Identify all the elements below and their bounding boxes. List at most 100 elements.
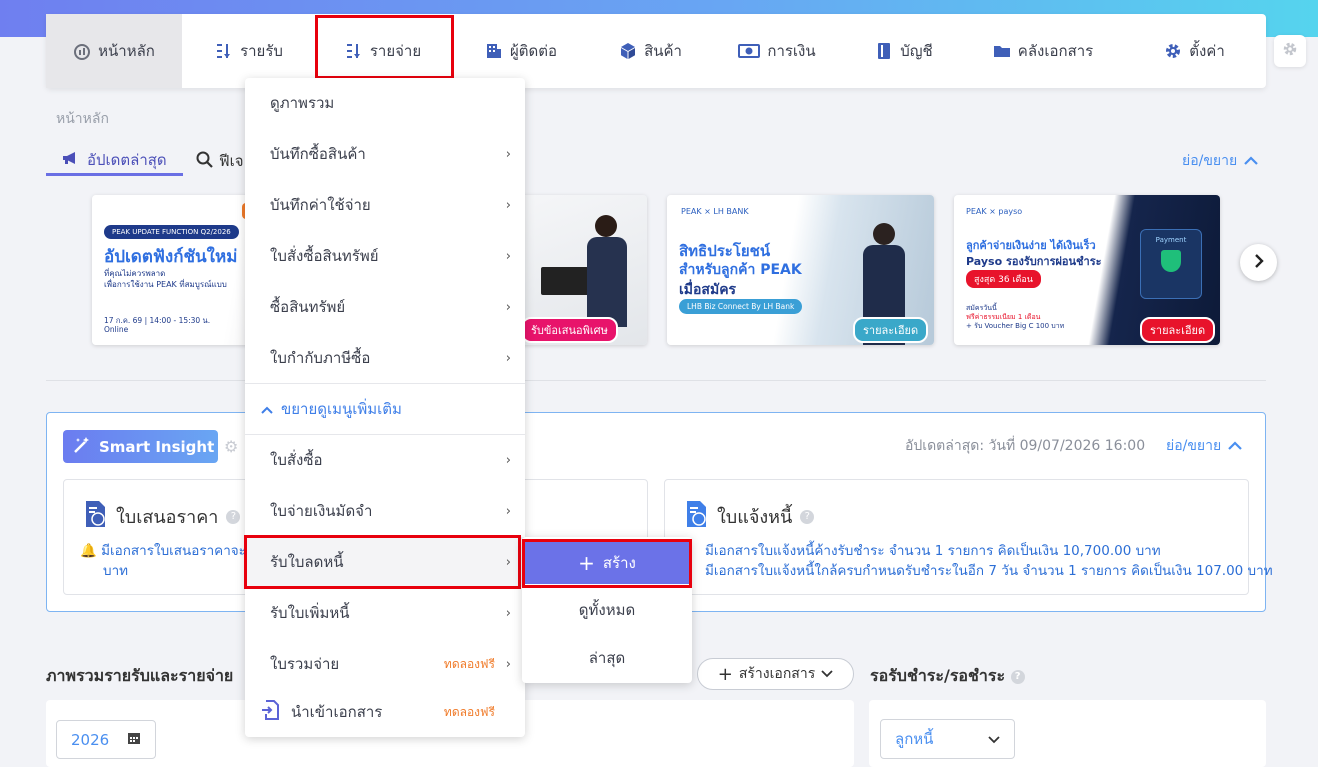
laptop-image xyxy=(541,267,593,295)
chevron-down-icon xyxy=(821,666,833,682)
chevron-right-icon: › xyxy=(505,554,511,570)
banner-lh-bank[interactable]: PEAK × LH BANK สิทธิประโยชน์ สำหรับลูกค้… xyxy=(667,195,934,345)
chevron-right-icon: › xyxy=(505,197,511,213)
banner-title: สำหรับลูกค้า PEAK xyxy=(679,262,802,278)
nav-products[interactable]: สินค้า xyxy=(592,14,709,88)
nav-income-label: รายรับ xyxy=(240,42,283,60)
menu-item-label: ซื้อสินทรัพย์ xyxy=(270,298,346,316)
chevron-right-icon: › xyxy=(505,350,511,366)
banner-pill: สูงสุด 36 เดือน xyxy=(966,270,1041,288)
menu-item-label: ใบกำกับภาษีซื้อ xyxy=(270,349,371,367)
year-picker[interactable]: 2026 xyxy=(56,720,156,759)
create-button-label: สร้าง xyxy=(602,553,636,572)
menu-expand-more[interactable]: ขยายดูเมนูเพิ่มเติม xyxy=(245,384,525,434)
chevron-right-icon: › xyxy=(505,656,511,672)
create-document-dropdown[interactable]: + สร้างเอกสาร xyxy=(697,658,854,690)
nav-income[interactable]: รายรับ xyxy=(182,14,316,88)
banner-peak-update[interactable]: PEAK UPDATE FUNCTION Q2/2026 อัปเดตฟังก์… xyxy=(92,195,262,345)
smart-insight-button[interactable]: Smart Insight xyxy=(63,430,218,463)
banner-logo: PEAK × payso xyxy=(966,207,1023,216)
submenu-view-all[interactable]: ดูทั้งหมด xyxy=(522,592,692,628)
page-settings-button[interactable] xyxy=(1274,35,1306,67)
chevron-right-icon: › xyxy=(505,503,511,519)
menu-item-import-documents[interactable]: นำเข้าเอกสาร ทดลองฟรี xyxy=(245,687,525,737)
nav-expense[interactable]: รายจ่าย xyxy=(316,14,450,88)
phone-image: Payment xyxy=(1140,229,1202,299)
year-value: 2026 xyxy=(71,730,110,749)
nav-accounting[interactable]: บัญชี xyxy=(845,14,963,88)
breadcrumb[interactable]: หน้าหลัก xyxy=(56,108,109,130)
menu-item-receive-debit-note[interactable]: รับใบเพิ่มหนี้ › xyxy=(245,588,525,638)
menu-item-combined-payment[interactable]: ใบรวมจ่าย ทดลองฟรี › xyxy=(245,639,525,689)
quotation-alert: 🔔 มีเอกสารใบเสนอราคาจะค xyxy=(80,539,255,561)
debtor-select[interactable]: ลูกหนี้ xyxy=(880,719,1015,759)
help-icon[interactable]: ? xyxy=(800,509,815,524)
import-icon xyxy=(261,700,279,724)
nav-finance-label: การเงิน xyxy=(767,42,816,60)
submenu-latest[interactable]: ล่าสุด xyxy=(522,640,692,676)
banner-title: เมื่อสมัคร xyxy=(679,282,737,298)
trial-badge: ทดลองฟรี xyxy=(443,656,495,671)
menu-item-purchase-record[interactable]: บันทึกซื้อสินค้า › xyxy=(245,129,525,179)
invoice-card-title: ใบแจ้งหนี้ ? xyxy=(685,500,815,533)
trial-badge: ทดลองฟรี xyxy=(443,704,495,719)
menu-item-label: รับใบลดหนี้ xyxy=(270,553,344,571)
banner-note: + รับ Voucher Big C 100 บาท xyxy=(966,322,1065,330)
chevron-right-icon: › xyxy=(505,146,511,162)
carousel-next-button[interactable] xyxy=(1240,244,1277,281)
tab-features[interactable]: ฟีเจ xyxy=(196,146,244,176)
overview-title: ภาพรวมรายรับและรายจ่าย xyxy=(46,666,234,685)
nav-documents[interactable]: คลังเอกสาร xyxy=(963,14,1123,88)
person-image xyxy=(595,215,617,237)
pending-title: รอรับชำระ/รอชำระ ? xyxy=(870,664,1025,689)
box-icon xyxy=(619,42,637,60)
quotation-card-title: ใบเสนอราคา ? xyxy=(84,500,241,533)
menu-item-deposit-payment[interactable]: ใบจ่ายเงินมัดจำ › xyxy=(245,486,525,536)
magic-wand-icon xyxy=(73,436,91,458)
menu-item-label: ใบรวมจ่าย xyxy=(270,655,340,673)
chevron-up-icon xyxy=(261,400,273,418)
chevron-right-icon: › xyxy=(505,452,511,468)
insight-collapse-toggle[interactable]: ย่อ/ขยาย xyxy=(1166,435,1243,457)
banner-collapse-toggle[interactable]: ย่อ/ขยาย xyxy=(1182,150,1259,172)
chevron-up-icon xyxy=(1243,153,1259,169)
menu-item-receive-credit-note[interactable]: รับใบลดหนี้ › xyxy=(245,537,525,587)
banner-title: Payso รองรับการผ่อนชำระ xyxy=(966,255,1102,268)
banner-cta-button[interactable]: รับข้อเสนอพิเศษ xyxy=(521,317,618,343)
banner-cta-button[interactable]: รายละเอียด xyxy=(1140,317,1216,343)
menu-item-expense-record[interactable]: บันทึกค่าใช้จ่าย › xyxy=(245,180,525,230)
smart-insight-label: Smart Insight xyxy=(99,437,215,456)
tab-updates[interactable]: อัปเดตล่าสุด xyxy=(46,146,183,176)
sort-list-icon xyxy=(345,42,363,60)
banner-cta-button[interactable]: รายละเอียด xyxy=(853,317,929,343)
nav-contacts[interactable]: ผู้ติดต่อ xyxy=(450,14,592,88)
banner-mode: Online xyxy=(104,325,129,334)
plus-icon: + xyxy=(717,663,733,685)
help-icon[interactable]: ? xyxy=(226,509,241,524)
menu-item-buy-asset[interactable]: ซื้อสินทรัพย์ › xyxy=(245,282,525,332)
search-icon xyxy=(196,151,213,172)
chevron-down-icon xyxy=(988,730,1000,748)
menu-item-label: บันทึกซื้อสินค้า xyxy=(270,145,366,163)
menu-item-overview[interactable]: ดูภาพรวม xyxy=(245,78,525,128)
banner-special-offer[interactable]: รับข้อเสนอพิเศษ xyxy=(517,195,647,345)
nav-contacts-label: ผู้ติดต่อ xyxy=(509,42,558,60)
insight-settings-gear-icon[interactable]: ⚙ xyxy=(224,437,238,456)
menu-item-purchase-tax-invoice[interactable]: ใบกำกับภาษีซื้อ › xyxy=(245,333,525,383)
invoice-alert-text-2: มีเอกสารใบแจ้งหนี้ใกล้ครบกำหนดรับชำระในอ… xyxy=(705,563,1273,579)
nav-settings[interactable]: ตั้งค่า xyxy=(1123,14,1266,88)
help-icon[interactable]: ? xyxy=(1010,669,1025,684)
expense-dropdown-menu: ดูภาพรวม บันทึกซื้อสินค้า › บันทึกค่าใช้จ… xyxy=(245,78,525,737)
nav-home[interactable]: หน้าหลัก xyxy=(46,14,182,88)
person-image xyxy=(587,237,627,327)
banner-payso[interactable]: PEAK × payso ลูกค้าจ่ายเงินง่าย ได้เงินเ… xyxy=(954,195,1220,345)
document-icon xyxy=(685,500,709,533)
sort-list-icon xyxy=(215,42,233,60)
phone-label: Payment xyxy=(1155,236,1187,244)
menu-item-po[interactable]: ใบสั่งซื้อ › xyxy=(245,435,525,485)
menu-item-asset-po[interactable]: ใบสั่งซื้อสินทรัพย์ › xyxy=(245,231,525,281)
nav-finance[interactable]: การเงิน xyxy=(709,14,845,88)
menu-item-label: ใบสั่งซื้อ xyxy=(270,451,323,469)
create-button[interactable]: + สร้าง xyxy=(525,541,689,584)
menu-expand-label: ขยายดูเมนูเพิ่มเติม xyxy=(281,400,402,418)
